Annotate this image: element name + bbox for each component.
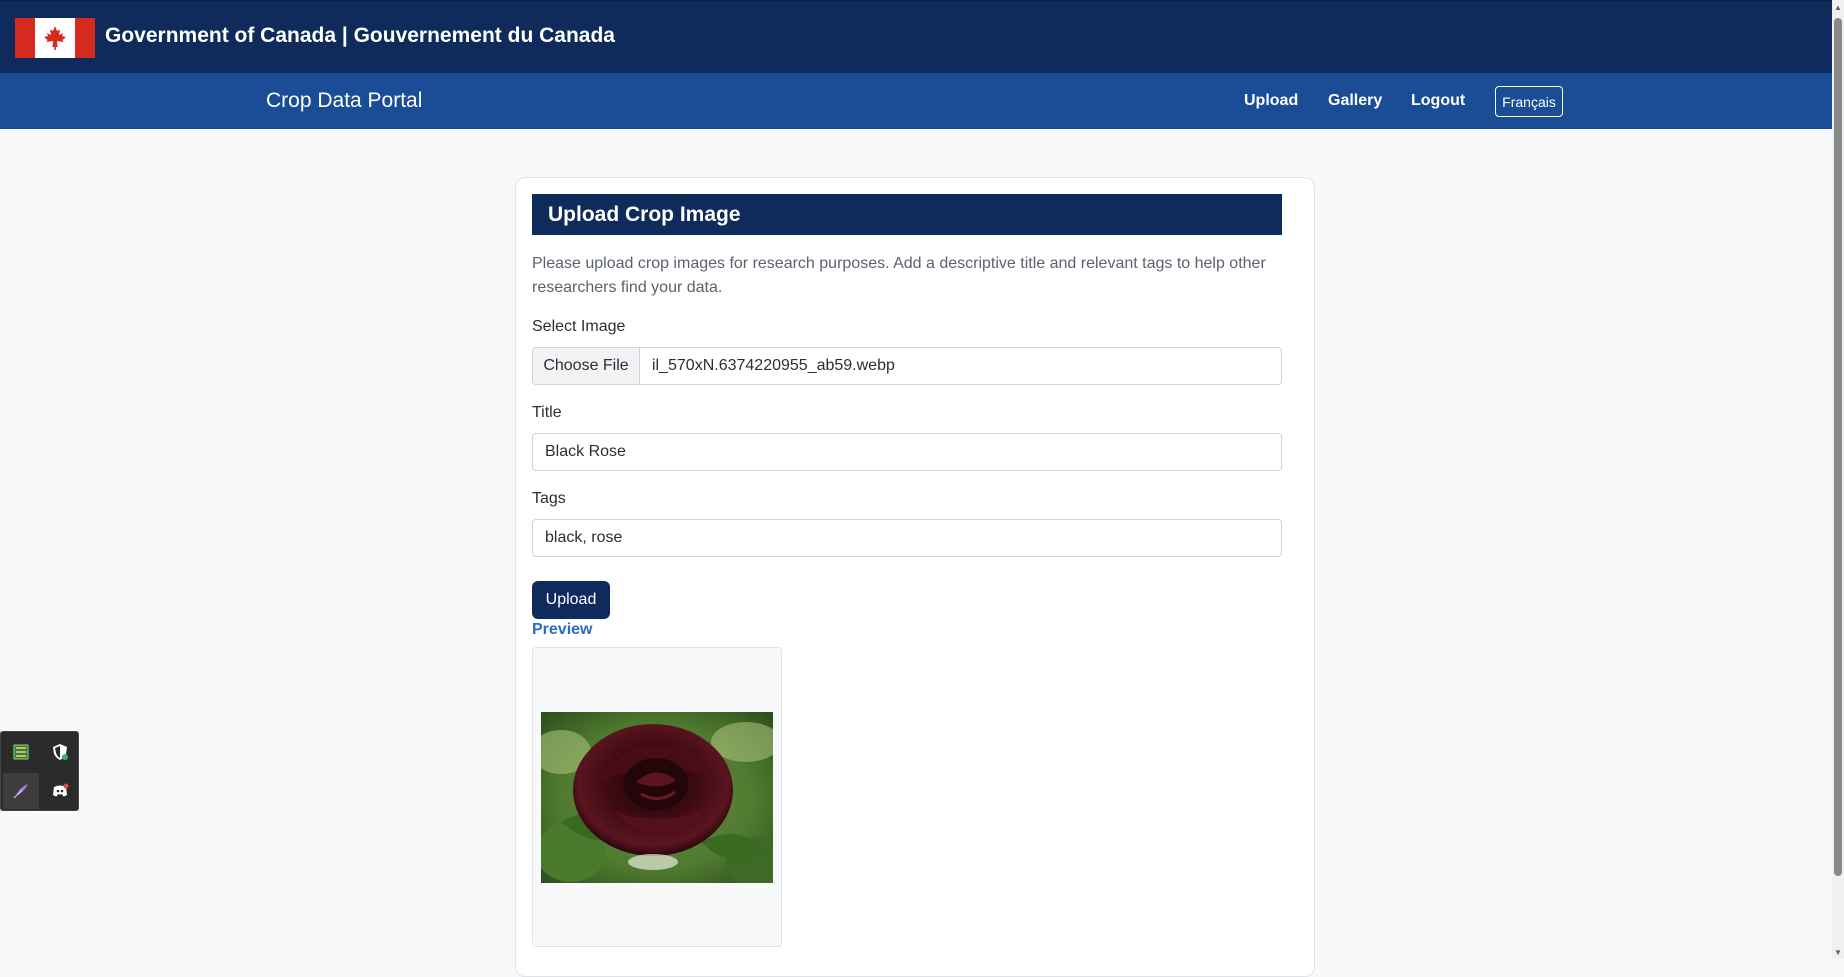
tags-label: Tags <box>532 490 566 507</box>
scroll-thumb[interactable] <box>1834 18 1842 876</box>
selected-file-name: il_570xN.6374220955_ab59.webp <box>652 357 895 374</box>
government-title: Government of Canada | Gouvernement du C… <box>105 24 615 47</box>
file-input[interactable]: Choose File il_570xN.6374220955_ab59.web… <box>532 347 1282 385</box>
government-header: Government of Canada | Gouvernement du C… <box>0 0 1832 73</box>
canada-flag-icon <box>15 18 95 58</box>
choose-file-button[interactable]: Choose File <box>533 348 640 384</box>
app-navbar: Crop Data Portal Upload Gallery Logout F… <box>0 73 1832 129</box>
select-image-label: Select Image <box>532 318 626 335</box>
vertical-scrollbar[interactable]: ▲ ▼ <box>1832 0 1844 959</box>
scroll-down-icon[interactable]: ▼ <box>1832 945 1844 959</box>
title-label: Title <box>532 404 562 421</box>
feather-icon[interactable] <box>3 773 39 809</box>
discord-icon[interactable] <box>42 773 78 809</box>
nav-logout-link[interactable]: Logout <box>1411 92 1465 110</box>
floating-tray-widget <box>0 731 79 811</box>
nav-gallery-link[interactable]: Gallery <box>1328 92 1382 110</box>
card-heading: Upload Crop Image <box>532 194 1282 235</box>
upload-submit-button[interactable]: Upload <box>532 581 610 619</box>
brand-title[interactable]: Crop Data Portal <box>266 89 422 113</box>
rose-preview-image <box>541 712 773 883</box>
shield-icon[interactable] <box>42 734 78 770</box>
tags-input[interactable] <box>532 519 1282 557</box>
title-input[interactable] <box>532 433 1282 471</box>
upload-card: Upload Crop Image Please upload crop ima… <box>515 177 1315 977</box>
app-grid-icon[interactable] <box>3 734 39 770</box>
nav-upload-link[interactable]: Upload <box>1244 92 1298 110</box>
language-toggle-button[interactable]: Français <box>1495 86 1563 117</box>
preview-label: Preview <box>532 621 593 638</box>
scroll-up-icon[interactable]: ▲ <box>1832 0 1844 14</box>
intro-text: Please upload crop images for research p… <box>532 255 1266 296</box>
preview-container <box>532 647 782 947</box>
